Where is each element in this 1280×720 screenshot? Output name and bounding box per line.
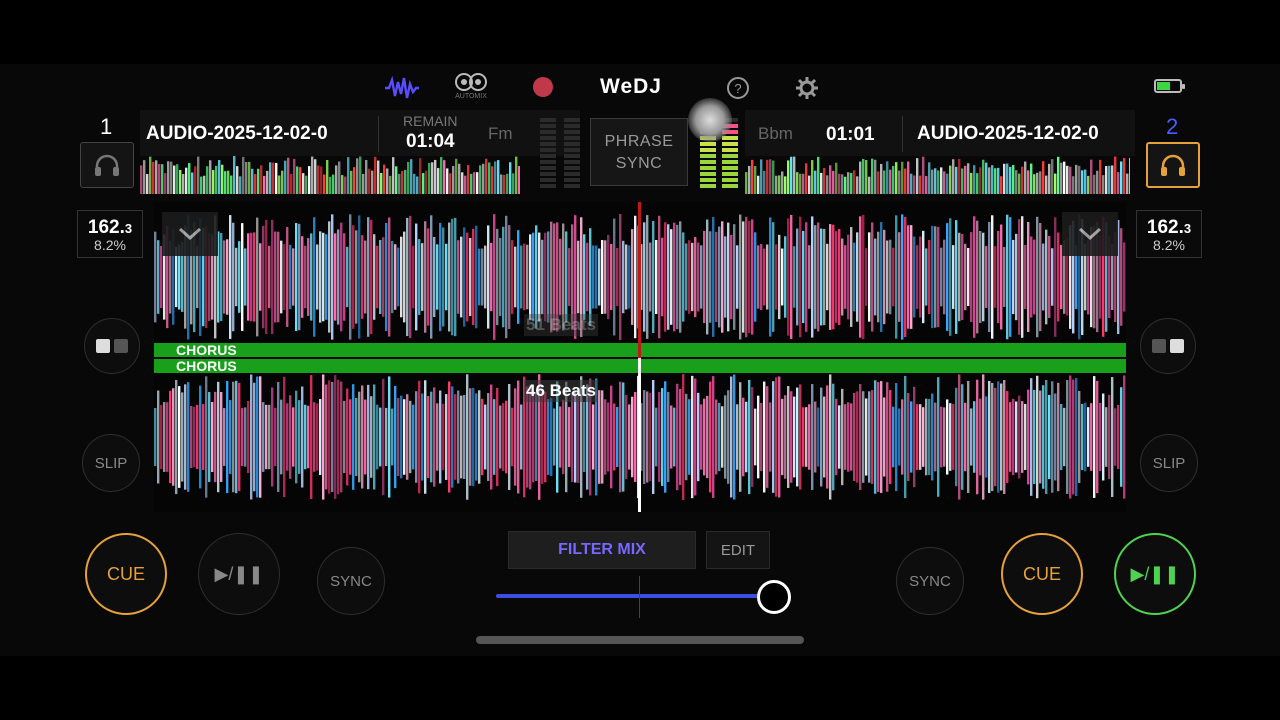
deck2-bpm-decimal: 3 [1183,221,1192,236]
deck1-headphone-cue-button[interactable] [80,142,134,188]
automix-icon[interactable]: AUTOMIX [454,72,488,100]
svg-text:?: ? [734,81,741,96]
record-button[interactable] [533,77,553,97]
touch-indicator [688,98,732,142]
headphone-icon [95,154,119,176]
deck2-key: Bbm [758,124,793,143]
headphone-icon [1161,154,1185,176]
deck1-track-title[interactable]: AUDIO-2025-12-02-0 [146,123,362,145]
home-indicator[interactable] [476,636,804,644]
deck1-slip-button[interactable]: SLIP [82,434,140,492]
pad-toggle-icon [1152,339,1184,353]
pad-toggle-icon [96,339,128,353]
deck2-beat-countdown: 46 Beats [524,380,598,402]
deck1-track-overview[interactable] [140,156,520,194]
deck1-play-pause-button[interactable]: ▶/❚❚ [198,533,280,615]
deck1-beat-countdown: 51 Beats [524,314,598,336]
deck2-divider [902,116,903,152]
edit-button[interactable]: EDIT [706,531,770,569]
deck1-number: 1 [100,114,113,139]
remain-label: REMAIN [403,113,458,129]
crossfader-track[interactable] [496,594,780,598]
deck2-bpm-main: 162. [1146,217,1184,238]
phrase-sync-line1: PHRASE [604,133,674,150]
deck2-time[interactable]: 01:01 [826,124,875,146]
deck2-collapse-button[interactable] [1062,212,1118,256]
deck1-bpm-display[interactable]: 162.3 8.2% [77,210,143,258]
deck1-collapse-button[interactable] [162,212,218,256]
deck2-play-pause-button[interactable]: ▶/❚❚ [1114,533,1196,615]
deck1-sync-button[interactable]: SYNC [317,547,385,615]
deck2-track-overview[interactable] [745,156,1130,194]
deck2-pitch: 8.2% [1153,237,1185,253]
deck2-view-toggle-button[interactable] [1140,318,1196,374]
deck1-cue-button[interactable]: CUE [85,533,167,615]
deck1-bpm-main: 162. [87,217,125,238]
deck1-key: Fm [488,124,513,143]
deck2-bpm-display[interactable]: 162.3 8.2% [1136,210,1202,258]
filter-mix-button[interactable]: FILTER MIX [508,531,696,569]
deck2-number: 2 [1166,114,1179,139]
chevron-down-icon [1078,227,1102,241]
master-meter-right [564,118,580,188]
deck1-view-toggle-button[interactable] [84,318,140,374]
settings-gear-icon[interactable] [795,74,819,102]
waveform-view-icon[interactable] [384,74,420,102]
deck2-slip-button[interactable]: SLIP [1140,434,1198,492]
deck1-pitch: 8.2% [94,237,126,253]
app-logo: WeDJ [600,75,662,98]
deck2-headphone-cue-button[interactable] [1146,142,1200,188]
deck1-time[interactable]: 01:04 [406,131,455,153]
deck2-sync-button[interactable]: SYNC [896,547,964,615]
deck1-playhead [638,202,641,360]
phrase-sync-line2: SYNC [615,155,663,172]
deck1-bpm-decimal: 3 [124,221,133,236]
master-meter-left [540,118,556,188]
phrase-sync-button[interactable]: PHRASE SYNC [590,118,688,186]
automix-label: AUTOMIX [455,93,487,100]
crossfader-center-mark [639,576,640,618]
deck2-cue-button[interactable]: CUE [1001,533,1083,615]
help-icon[interactable]: ? [726,74,750,102]
battery-icon [1154,79,1185,93]
chevron-down-icon [178,227,202,241]
deck1-divider [378,116,379,152]
deck2-track-title[interactable]: AUDIO-2025-12-02-0 [917,123,1133,145]
waveform-area[interactable]: CHORUS CHORUS 51 Beats 46 Beats [154,202,1126,512]
deck2-playhead [638,358,641,512]
